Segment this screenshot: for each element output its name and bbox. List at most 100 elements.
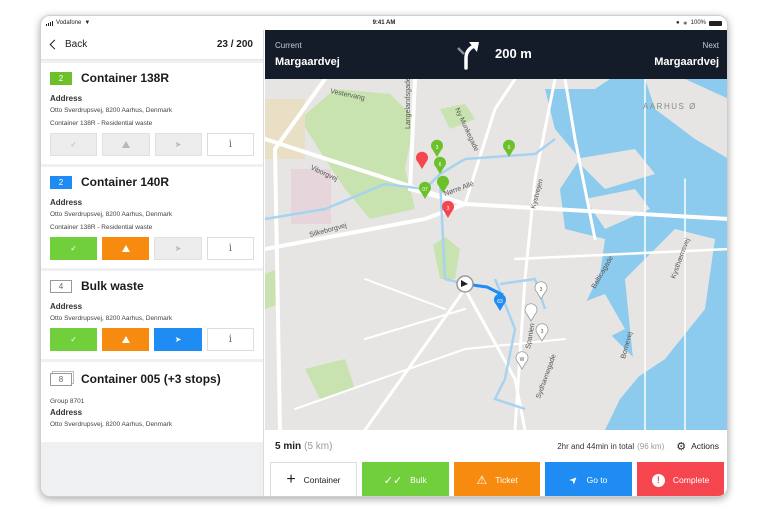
eta-time: 5 min	[275, 440, 302, 452]
wifi-icon: ▼	[84, 20, 91, 26]
route-controls: 5 min (5 km) 2hr and 44min in total (96 …	[265, 430, 727, 496]
stops-sidebar: Back 23 / 200 2 Container 138R Address O…	[41, 30, 264, 496]
map-marker[interactable]: 07	[419, 181, 431, 199]
gear-icon: ⚙	[676, 440, 687, 453]
marker-label: 3	[447, 206, 450, 212]
navigation-arrow-icon: ➤	[174, 244, 182, 253]
complete-stop-button[interactable]: ✓	[50, 133, 98, 156]
navigate-button[interactable]: ➤	[154, 237, 202, 260]
go-to-button[interactable]: ➤ Go to	[545, 462, 633, 496]
turn-distance: 200 m	[495, 46, 532, 61]
bulk-button[interactable]: ✓✓ Bulk	[361, 462, 449, 496]
battery-icon	[709, 20, 722, 26]
group-text: Group 8701	[50, 398, 85, 405]
warning-icon	[121, 336, 130, 343]
actions-label: Actions	[691, 441, 719, 451]
address-label: Address	[50, 198, 83, 207]
marker-label: 3	[540, 287, 543, 293]
address-text: Otto Sverdrupsvej, 8200 Aarhus, Denmark	[50, 107, 173, 114]
check-icon: ✓	[70, 140, 77, 149]
add-container-button[interactable]: + Container	[270, 462, 357, 496]
navigation-arrow-icon: ➤	[174, 335, 182, 344]
stop-actions: ✓ ➤ i	[50, 133, 254, 156]
total-time: 2hr and 44min in total	[557, 441, 635, 451]
stop-card[interactable]: 2 Container 138R Address Otto Sverdrupsv…	[41, 63, 263, 164]
marker-label: W	[520, 357, 525, 363]
back-button[interactable]: Back	[49, 39, 87, 50]
current-street: Margaardvej	[275, 56, 340, 68]
address-text: Otto Sverdrupsvej, 8200 Aarhus, Denmark	[50, 211, 173, 218]
map-canvas[interactable]: Vestervang Langelandsgade Ny Munkegade N…	[265, 79, 728, 430]
chevron-left-icon	[49, 39, 60, 50]
go-to-label: Go to	[586, 475, 608, 485]
total-distance: (96 km)	[637, 441, 665, 451]
map-marker[interactable]: 63	[494, 293, 506, 311]
next-street: Margaardvej	[654, 56, 719, 68]
complete-label: Complete	[672, 475, 710, 485]
complete-stop-button[interactable]: ✓	[50, 237, 98, 260]
address-label: Address	[50, 302, 83, 311]
ticket-button[interactable]: ⚠ Ticket	[453, 462, 541, 496]
actions-button[interactable]: ⚙ Actions	[676, 440, 719, 453]
turn-by-turn-bar: Current Margaardvej 200 m Next Margaardv…	[265, 30, 727, 79]
marker-label: 6	[508, 145, 511, 151]
add-container-label: Container	[303, 475, 341, 485]
park-area	[433, 237, 460, 279]
route-map[interactable]: Vestervang Langelandsgade Ny Munkegade N…	[265, 79, 728, 430]
navigate-button[interactable]: ➤	[154, 133, 202, 156]
map-marker[interactable]: 3	[535, 323, 549, 342]
stop-card[interactable]: 4 Bulk waste Address Otto Sverdrupsvej, …	[41, 271, 263, 359]
stop-actions: ✓ ➤ i	[50, 237, 254, 260]
turn-right-icon	[457, 42, 479, 70]
stop-number-badge: 2	[50, 175, 72, 189]
warning-icon	[121, 245, 130, 252]
bluetooth-icon: ∗	[682, 20, 688, 27]
address-text: Otto Sverdrupsvej, 8200 Aarhus, Denmark	[50, 421, 173, 428]
marker-label: 3	[436, 145, 439, 151]
stop-counter: 23 / 200	[216, 39, 253, 50]
report-issue-button[interactable]	[102, 237, 150, 260]
plus-icon: +	[286, 471, 296, 488]
eta-distance: (5 km)	[304, 440, 333, 452]
lock-rotation-icon: ●	[675, 20, 680, 26]
street-label: Spanien	[525, 323, 536, 350]
ticket-label: Ticket	[495, 475, 518, 485]
info-button[interactable]: i	[206, 237, 254, 260]
report-issue-button[interactable]	[102, 328, 150, 351]
map-marker[interactable]: 3	[534, 281, 548, 300]
info-button[interactable]: i	[206, 328, 254, 351]
stop-number-badge: 8	[50, 372, 72, 386]
info-button[interactable]: i	[206, 133, 254, 156]
sidebar-header: Back 23 / 200	[41, 30, 263, 60]
check-icon: ✓	[70, 335, 77, 344]
stop-title: Container 138R	[81, 71, 170, 85]
bulk-label: Bulk	[410, 475, 427, 485]
stop-title: Container 005 (+3 stops)	[81, 372, 221, 386]
stop-card[interactable]: 2 Container 140R Address Otto Sverdrupsv…	[41, 167, 263, 268]
navigation-arrow-icon: ➤	[174, 140, 182, 149]
map-marker[interactable]: 3	[442, 200, 454, 218]
current-location-marker[interactable]	[456, 275, 474, 293]
marker-label: 3	[541, 329, 544, 335]
warning-icon	[121, 141, 130, 148]
signal-icon	[46, 20, 53, 26]
map-marker[interactable]	[416, 151, 428, 169]
current-street-label: Current	[275, 41, 302, 50]
navigate-button[interactable]: ➤	[154, 328, 202, 351]
next-street-label: Next	[702, 41, 719, 50]
map-marker[interactable]	[524, 303, 538, 322]
complete-stop-button[interactable]: ✓	[50, 328, 98, 351]
exclamation-icon: !	[651, 473, 665, 487]
stop-description: Container 138R - Residential waste	[50, 120, 153, 127]
map-marker[interactable]: 3	[431, 139, 443, 157]
info-icon: i	[228, 243, 232, 254]
ipad-frame: Vodafone ▼ 9:41 AM ● ∗ 100% Back 23 / 20…	[40, 15, 728, 497]
report-issue-button[interactable]	[102, 133, 150, 156]
double-check-icon: ✓✓	[383, 474, 403, 487]
address-text: Otto Sverdrupsvej, 8200 Aarhus, Denmark	[50, 315, 173, 322]
stop-card[interactable]: 8 Container 005 (+3 stops) Group 8701 Ad…	[41, 362, 263, 442]
warning-icon: ⚠	[476, 473, 488, 487]
complete-button[interactable]: ! Complete	[637, 462, 725, 496]
marker-label: 63	[497, 299, 503, 305]
carrier-name: Vodafone	[56, 20, 82, 26]
